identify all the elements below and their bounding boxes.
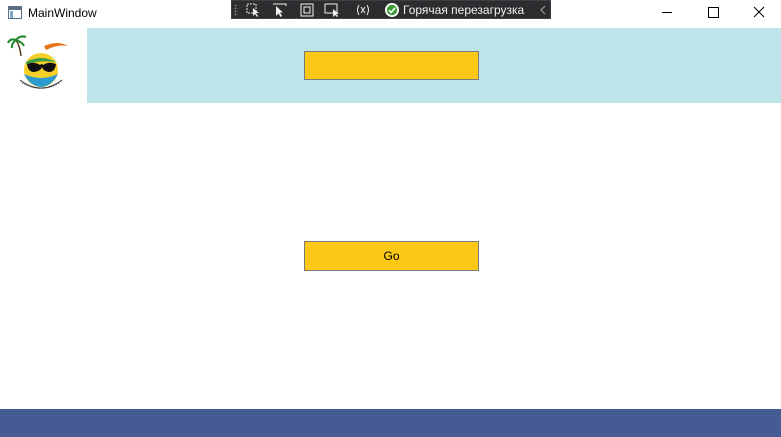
go-button[interactable]: Go <box>304 241 479 271</box>
collapse-chevron-icon[interactable] <box>538 3 548 17</box>
hot-reload-check-icon <box>385 3 399 17</box>
maximize-button[interactable] <box>690 0 736 28</box>
title-bar: MainWindow Горячая перезагрузка <box>0 0 781 28</box>
debug-toolbar: Горячая перезагрузка <box>231 0 551 19</box>
track-focus-icon[interactable] <box>324 3 340 17</box>
app-window-icon <box>8 6 22 19</box>
sun-sunglasses-logo <box>7 35 68 89</box>
top-yellow-box[interactable] <box>304 51 479 80</box>
close-button[interactable] <box>735 0 781 28</box>
minimize-button[interactable] <box>644 0 690 28</box>
select-element-icon[interactable] <box>246 3 262 17</box>
toolbar-grip-icon[interactable] <box>234 4 238 16</box>
binding-failures-icon[interactable] <box>355 3 371 17</box>
cursor-icon[interactable] <box>272 3 288 17</box>
footer-band <box>0 409 781 437</box>
window-title: MainWindow <box>28 6 97 20</box>
display-layout-adorners-icon[interactable] <box>299 3 315 17</box>
hot-reload-label: Горячая перезагрузка <box>403 3 525 17</box>
